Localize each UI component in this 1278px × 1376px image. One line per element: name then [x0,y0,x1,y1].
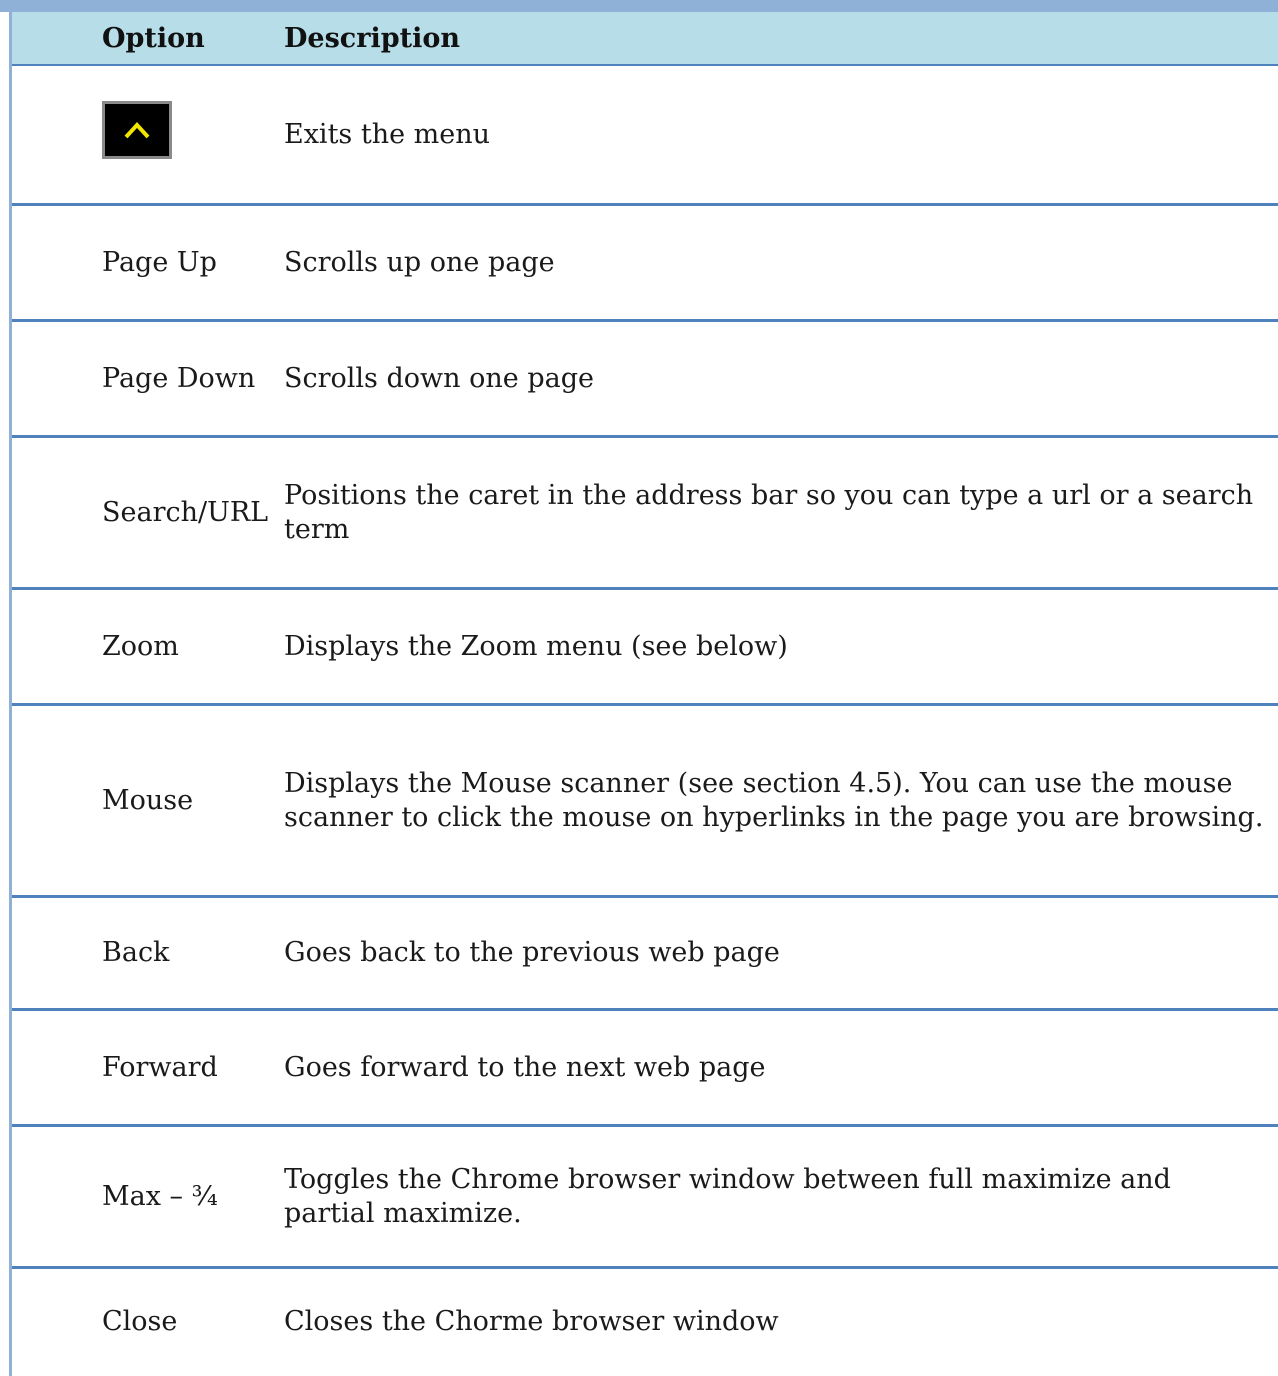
top-border [0,0,1278,12]
table-row: Zoom Displays the Zoom menu (see below) [12,590,1278,706]
table-row: Search/URL Positions the caret in the ad… [12,438,1278,590]
description-cell: Displays the Mouse scanner (see section … [284,767,1264,833]
description-cell: Goes back to the previous web page [284,937,780,968]
option-cell: Forward [102,1051,218,1083]
table-row: Page Up Scrolls up one page [12,206,1278,322]
option-cell: Mouse [102,784,194,816]
description-cell: Closes the Chorme browser window [284,1306,779,1337]
option-cell: Page Up [102,246,217,278]
description-cell: Positions the caret in the address bar s… [284,479,1254,545]
option-cell: Back [102,937,170,968]
option-cell: Zoom [102,630,179,662]
option-cell: Page Down [102,362,256,394]
description-cell: Goes forward to the next web page [284,1051,766,1083]
table-row: Back Goes back to the previous web page [12,898,1278,1011]
table-row: Page Down Scrolls down one page [12,322,1278,438]
table-row: Mouse Displays the Mouse scanner (see se… [12,706,1278,898]
table-row: Max – ¾ Toggles the Chrome browser windo… [12,1127,1278,1269]
table-row: Exits the menu [12,66,1278,206]
option-cell: Max – ¾ [102,1180,218,1212]
option-cell: Search/URL [102,496,269,528]
description-cell: Scrolls down one page [284,362,594,394]
description-cell: Displays the Zoom menu (see below) [284,630,788,662]
exit-menu-button[interactable] [102,101,172,159]
table-header: Option Description [12,12,1278,66]
chevron-up-icon [124,122,150,139]
table-row: Forward Goes forward to the next web pag… [12,1011,1278,1127]
option-cell: Close [102,1306,178,1337]
options-table-page: Option Description Exits the menu Page U… [0,0,1278,1376]
description-cell: Exits the menu [284,118,491,150]
header-description: Description [284,22,460,54]
description-cell: Toggles the Chrome browser window betwee… [284,1163,1171,1229]
header-option: Option [102,22,205,54]
option-cell [12,101,284,168]
description-cell: Scrolls up one page [284,246,555,278]
options-table: Option Description Exits the menu Page U… [12,12,1278,1375]
table-row: Close Closes the Chorme browser window [12,1269,1278,1375]
